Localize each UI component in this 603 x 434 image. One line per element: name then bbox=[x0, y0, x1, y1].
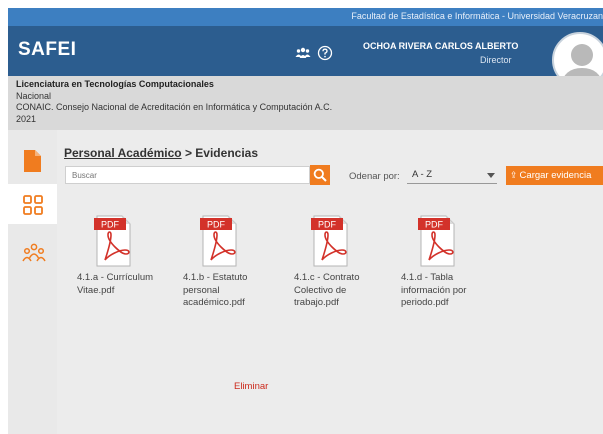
breadcrumb-separator: > bbox=[181, 146, 196, 160]
search-icon bbox=[313, 168, 327, 182]
upload-evidence-button[interactable]: ⇪ Cargar evidencia bbox=[506, 166, 603, 185]
sidebar-item-people[interactable] bbox=[8, 232, 57, 272]
delete-link[interactable]: Eliminar bbox=[234, 381, 268, 392]
top-bar: Facultad de Estadística e Informática - … bbox=[8, 8, 603, 26]
breadcrumb: Personal Académico > Evidencias bbox=[64, 146, 258, 160]
sort-select[interactable]: A - Z bbox=[407, 167, 497, 184]
user-role: Director bbox=[480, 55, 512, 65]
search-input[interactable] bbox=[65, 166, 310, 184]
pdf-file-icon: PDF bbox=[200, 215, 237, 267]
sort-label: Odenar por: bbox=[349, 171, 400, 182]
user-name: OCHOA RIVERA CARLOS ALBERTO bbox=[363, 41, 519, 51]
document-icon bbox=[24, 150, 41, 172]
chevron-down-icon bbox=[487, 173, 495, 178]
sidebar-item-documents[interactable] bbox=[8, 140, 57, 180]
app-header: SAFEI OCHOA RIVERA CARLOS ALBERTO Direct… bbox=[8, 26, 603, 88]
grid-icon bbox=[23, 195, 43, 215]
program-scope: Nacional bbox=[16, 90, 52, 101]
sidebar-item-evidences[interactable] bbox=[8, 184, 57, 224]
sort-value: A - Z bbox=[412, 169, 433, 180]
faculty-title: Facultad de Estadística e Informática - … bbox=[351, 11, 603, 21]
breadcrumb-section-link[interactable]: Personal Académico bbox=[64, 146, 182, 160]
file-name: 4.1.c - Contrato Colectivo de trabajo.pd… bbox=[294, 272, 360, 308]
file-name: 4.1.d - Tabla información por periodo.pd… bbox=[401, 272, 467, 308]
pdf-badge-label: PDF bbox=[101, 220, 120, 230]
pdf-file-icon: PDF bbox=[311, 215, 348, 267]
search-button[interactable] bbox=[310, 165, 330, 185]
program-title: Licenciatura en Tecnologías Computaciona… bbox=[16, 79, 214, 89]
pdf-badge-label: PDF bbox=[207, 220, 226, 230]
people-icon bbox=[22, 243, 46, 262]
group-icon[interactable] bbox=[295, 45, 311, 61]
program-accreditor: CONAIC. Consejo Nacional de Acreditación… bbox=[16, 102, 333, 112]
pdf-file-icon: PDF bbox=[418, 215, 455, 267]
evidence-panel: Personal Académico > Evidencias Odenar p… bbox=[57, 130, 603, 434]
pdf-badge-label: PDF bbox=[425, 220, 444, 230]
upload-label: Cargar evidencia bbox=[519, 170, 592, 181]
program-year: 2021 bbox=[16, 113, 37, 124]
help-icon[interactable] bbox=[317, 45, 333, 61]
pdf-badge-label: PDF bbox=[318, 220, 337, 230]
upload-icon: ⇪ bbox=[510, 170, 518, 180]
breadcrumb-current: Evidencias bbox=[195, 146, 258, 160]
file-name: 4.1.a - Currículum Vitae.pdf bbox=[77, 272, 154, 296]
pdf-file-icon: PDF bbox=[94, 215, 131, 267]
sidebar bbox=[8, 130, 57, 434]
program-info: Licenciatura en Tecnologías Computaciona… bbox=[8, 76, 603, 130]
file-name: 4.1.b - Estatuto personal académico.pdf bbox=[183, 272, 248, 308]
app-brand[interactable]: SAFEI bbox=[18, 39, 76, 61]
